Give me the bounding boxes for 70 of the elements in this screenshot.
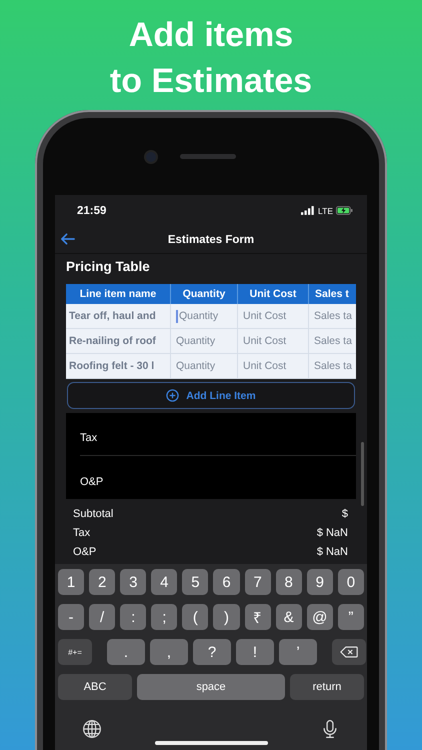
keyboard-key[interactable]: ?: [193, 639, 231, 665]
keyboard-key[interactable]: 0: [338, 569, 364, 595]
keyboard-key[interactable]: /: [89, 604, 116, 630]
summary-value: $: [342, 508, 348, 520]
column-header: Line item name: [66, 284, 171, 304]
input-field[interactable]: Quantity: [171, 304, 238, 329]
headline: to Estimates: [110, 61, 312, 102]
column-header: Quantity: [171, 284, 238, 304]
keyboard-key[interactable]: 1: [58, 569, 84, 595]
input-field[interactable]: Sales ta: [309, 354, 356, 379]
input-field[interactable]: Unit Cost: [238, 329, 309, 354]
input-field[interactable]: Unit Cost: [238, 354, 309, 379]
keyboard-key[interactable]: 9: [306, 569, 333, 595]
battery-charging-icon: [336, 206, 353, 215]
keyboard-key[interactable]: ’: [279, 639, 317, 665]
table-cell: Roofing felt - 30 l: [66, 354, 171, 379]
keyboard-key[interactable]: -: [58, 604, 84, 630]
summary-label: O&P: [73, 546, 96, 558]
input-field[interactable]: Quantity: [171, 354, 238, 379]
status-time: 21:59: [77, 204, 106, 216]
back-arrow-icon[interactable]: [60, 233, 75, 245]
table-cell: Tear off, haul and: [66, 304, 171, 329]
column-header: Sales t: [309, 284, 356, 304]
keyboard-key[interactable]: ,: [150, 639, 188, 665]
delete-key[interactable]: [332, 639, 366, 665]
globe-icon[interactable]: [82, 719, 102, 739]
keyboard-key[interactable]: ₹: [244, 604, 271, 630]
delete-icon: [340, 646, 358, 658]
input-field[interactable]: Quantity: [171, 329, 238, 354]
summary-label: Subtotal: [73, 508, 114, 520]
keyboard-key[interactable]: .: [107, 639, 145, 665]
keyboard-key[interactable]: :: [120, 604, 146, 630]
keyboard-key[interactable]: 4: [151, 569, 178, 595]
summary-value: $ NaN: [316, 526, 348, 538]
keyboard-key[interactable]: 3: [120, 569, 146, 595]
nav-title: Estimates Form: [168, 234, 254, 246]
keyboard-key[interactable]: #+=: [58, 639, 92, 665]
network-label: LTE: [318, 206, 333, 216]
summary-value: $ NaN: [316, 546, 348, 558]
headline: Add items: [128, 15, 294, 56]
keyboard-key[interactable]: (: [182, 604, 208, 630]
add-line-item-button[interactable]: Add Line Item: [67, 382, 355, 409]
field-label[interactable]: Tax: [80, 432, 98, 444]
keyboard-key[interactable]: @: [306, 604, 333, 630]
section-title: Pricing Table: [66, 259, 151, 274]
input-field[interactable]: Unit Cost: [238, 304, 309, 329]
summary-label: Tax: [73, 526, 90, 538]
input-field[interactable]: Sales ta: [309, 329, 356, 354]
keyboard-key[interactable]: ”: [338, 604, 364, 630]
scrollbar: [361, 442, 364, 506]
table-cell: Re-nailing of roof: [66, 329, 171, 354]
keyboard-key[interactable]: ABC: [58, 674, 132, 700]
camera-icon: [146, 152, 156, 162]
keyboard-key[interactable]: !: [236, 639, 274, 665]
keyboard-key[interactable]: &: [276, 604, 302, 630]
speaker-grille: [180, 154, 236, 159]
keyboard-key[interactable]: 7: [244, 569, 271, 595]
keyboard-key[interactable]: 8: [276, 569, 302, 595]
keyboard-key[interactable]: 2: [89, 569, 116, 595]
column-header: Unit Cost: [238, 284, 309, 304]
keyboard-key[interactable]: 5: [182, 569, 208, 595]
signal-icon: [301, 206, 316, 215]
keyboard-key[interactable]: 6: [213, 569, 240, 595]
keyboard-key[interactable]: return: [290, 674, 364, 700]
field-label[interactable]: O&P: [80, 476, 104, 488]
keyboard-key[interactable]: space: [137, 674, 285, 700]
keyboard-key[interactable]: ): [213, 604, 240, 630]
keyboard-key[interactable]: ;: [151, 604, 178, 630]
input-field[interactable]: Sales ta: [309, 304, 356, 329]
add-icon: [166, 389, 180, 402]
